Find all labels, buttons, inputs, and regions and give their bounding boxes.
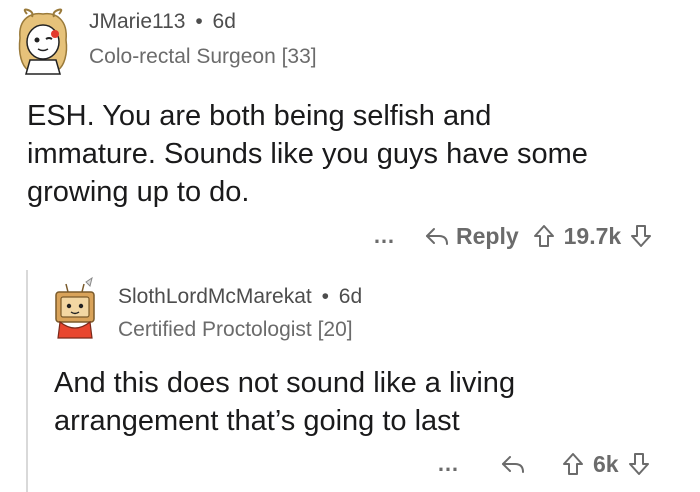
downvote-button[interactable] bbox=[630, 224, 652, 248]
comment-body: And this does not sound like a living ar… bbox=[54, 364, 684, 440]
thread-line[interactable] bbox=[26, 270, 28, 492]
comment-body-line: immature. Sounds like you guys have some bbox=[27, 138, 588, 170]
avatar[interactable] bbox=[42, 276, 108, 342]
avatar[interactable] bbox=[10, 8, 76, 78]
avatar-icon bbox=[15, 8, 71, 75]
comment-body-line: And this does not sound like a living bbox=[54, 367, 516, 399]
comment-actions: … Reply 19.7k bbox=[373, 219, 652, 253]
comment-body-line: growing up to do. bbox=[27, 176, 250, 208]
vote-score: 19.7k bbox=[563, 222, 622, 249]
upvote-button[interactable] bbox=[533, 224, 555, 248]
user-flair: Certified Proctologist [20] bbox=[118, 318, 353, 341]
username[interactable]: JMarie113 bbox=[89, 10, 186, 33]
comment-meta: JMarie113 • 6d bbox=[89, 10, 236, 34]
upvote-arrow-icon bbox=[563, 453, 583, 475]
vote-score: 6k bbox=[593, 450, 619, 477]
downvote-arrow-icon bbox=[631, 225, 652, 247]
upvote-button[interactable] bbox=[562, 452, 584, 476]
reply-icon bbox=[502, 456, 524, 473]
avatar-icon bbox=[47, 276, 103, 339]
reply-icon bbox=[426, 228, 448, 245]
comment-body: ESH. You are both being selfish and imma… bbox=[27, 97, 687, 211]
username[interactable]: SlothLordMcMarekat bbox=[118, 285, 312, 308]
downvote-arrow-icon bbox=[628, 453, 649, 475]
downvote-button[interactable] bbox=[628, 452, 650, 476]
comment-age: 6d bbox=[338, 285, 363, 308]
upvote-arrow-icon bbox=[533, 225, 554, 247]
comment-meta: SlothLordMcMarekat • 6d bbox=[118, 285, 362, 309]
more-icon: … bbox=[437, 451, 460, 476]
comment-body-line: arrangement that’s going to last bbox=[54, 405, 460, 437]
more-options-button[interactable]: … bbox=[373, 223, 396, 249]
separator-dot: • bbox=[195, 10, 203, 33]
comment-actions: … 6k bbox=[437, 447, 650, 481]
comment-body-line: ESH. You are both being selfish and bbox=[27, 100, 492, 132]
separator-dot: • bbox=[321, 285, 329, 308]
reply-button[interactable] bbox=[500, 453, 526, 475]
more-options-button[interactable]: … bbox=[437, 451, 460, 477]
comment-age: 6d bbox=[212, 10, 236, 33]
reply-label: Reply bbox=[456, 222, 519, 249]
reply-button[interactable]: Reply bbox=[424, 223, 519, 250]
user-flair: Colo-rectal Surgeon [33] bbox=[89, 45, 317, 68]
more-icon: … bbox=[373, 223, 396, 248]
